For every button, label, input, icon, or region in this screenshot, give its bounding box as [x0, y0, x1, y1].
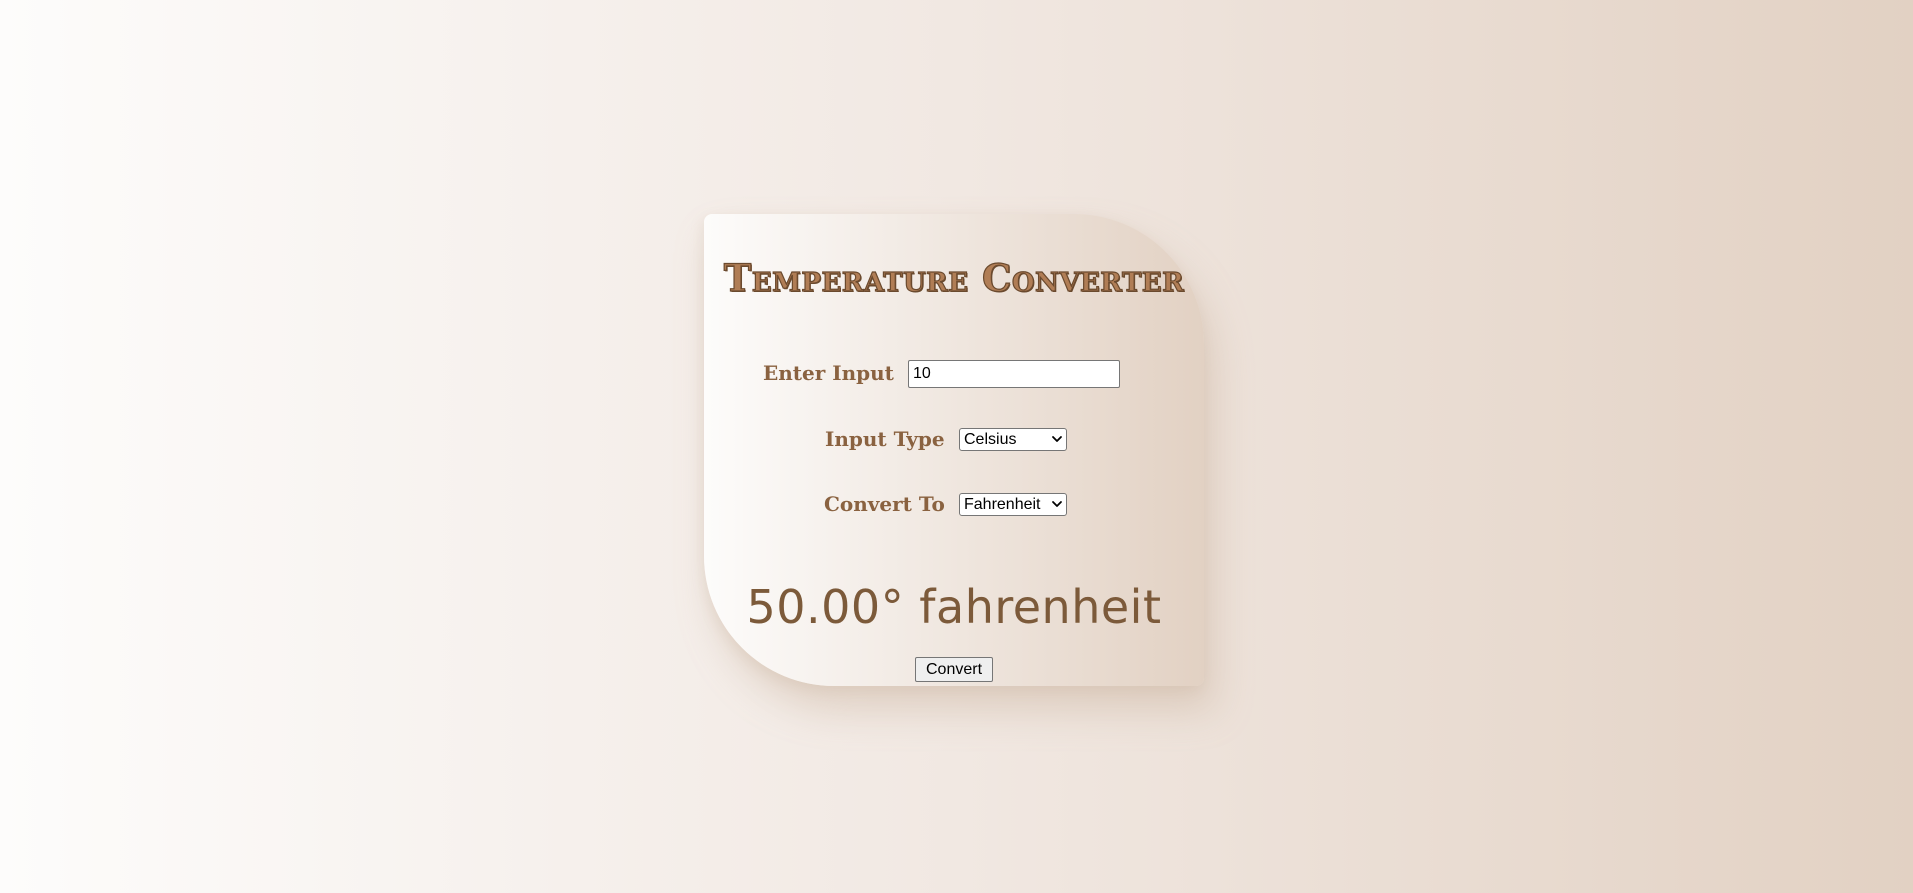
- input-type-label: Input Type: [825, 426, 945, 451]
- chevron-down-icon: [1052, 501, 1062, 507]
- enter-input-label: Enter Input: [763, 361, 894, 385]
- chevron-down-icon: [1052, 436, 1062, 442]
- converter-card: Temperature Converter Enter Input Input …: [704, 214, 1204, 686]
- conversion-result: 50.00° fahrenheit: [746, 580, 1162, 634]
- input-type-select[interactable]: Celsius: [959, 428, 1067, 451]
- convert-to-select[interactable]: Fahrenheit: [959, 493, 1067, 516]
- convert-button[interactable]: Convert: [915, 657, 993, 682]
- convert-to-selected-value: Fahrenheit: [964, 496, 1041, 513]
- input-type-selected-value: Celsius: [964, 431, 1017, 448]
- temperature-input[interactable]: [908, 360, 1120, 388]
- page-title: Temperature Converter: [723, 255, 1185, 300]
- convert-to-label: Convert To: [824, 491, 945, 516]
